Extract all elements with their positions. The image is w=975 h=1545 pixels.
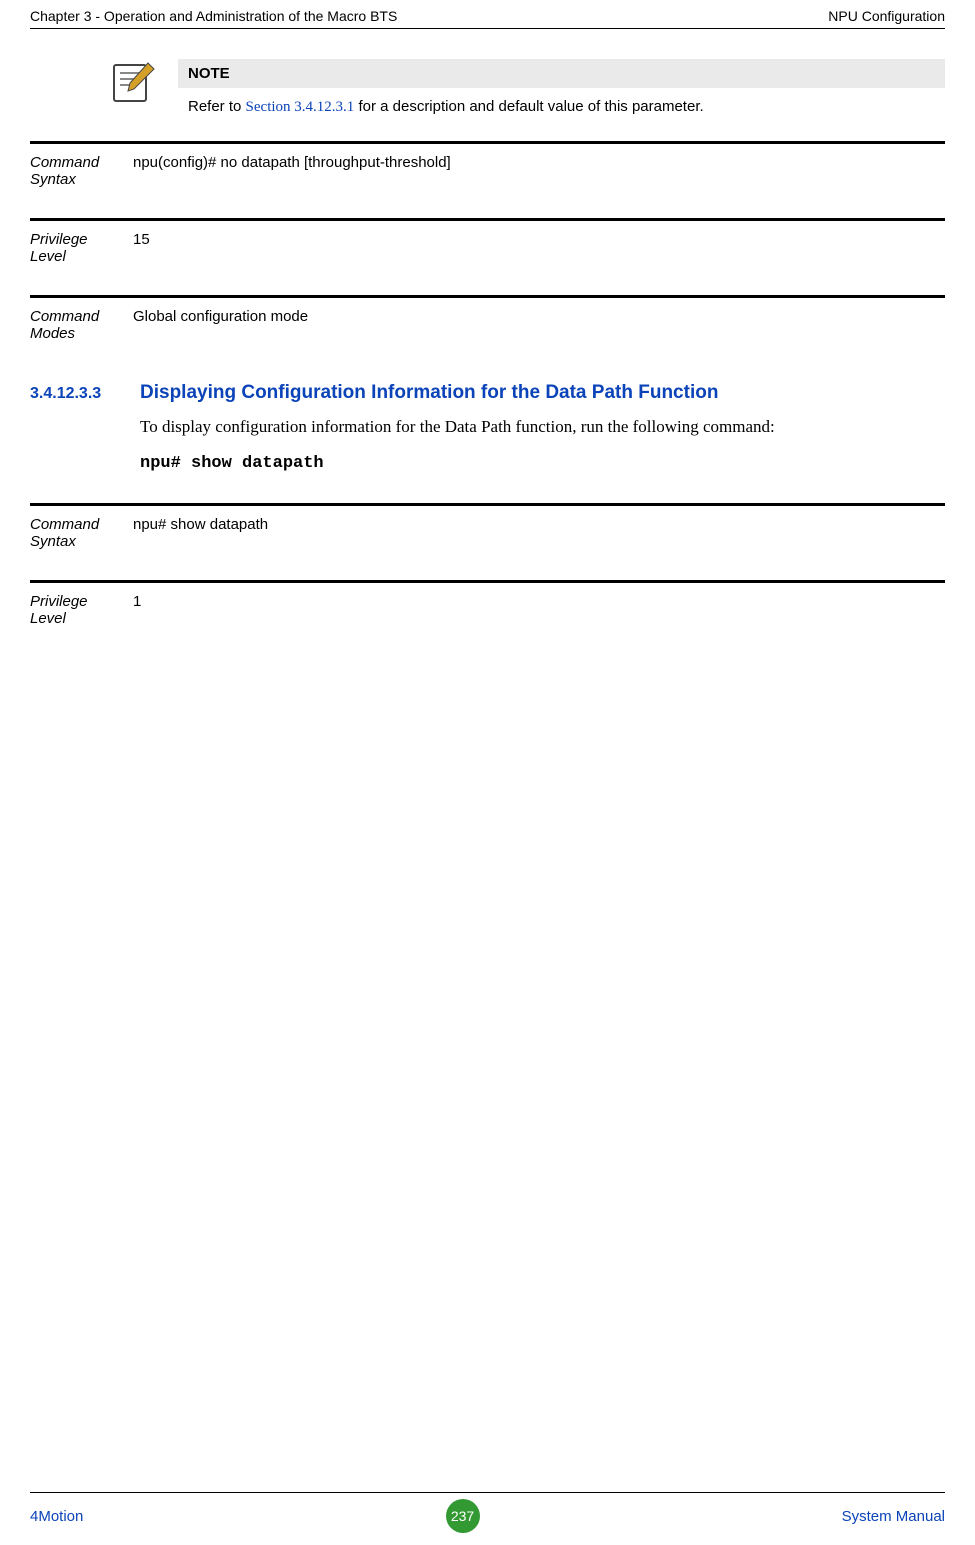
page-footer: 4Motion 237 System Manual — [30, 1492, 945, 1545]
section-number: 3.4.12.3.3 — [30, 385, 140, 403]
privilege-level-row: Privilege Level 15 — [30, 218, 945, 285]
command-syntax-value-2: npu# show datapath — [133, 514, 945, 550]
note-prefix: Refer to — [188, 98, 246, 115]
command-text: npu# show datapath — [140, 454, 945, 473]
section-body: To display configuration information for… — [140, 414, 945, 440]
command-modes-value: Global configuration mode — [133, 306, 945, 342]
command-modes-row: Command Modes Global configuration mode — [30, 295, 945, 362]
command-syntax-value: npu(config)# no datapath [throughput-thr… — [133, 152, 945, 188]
section-title: Displaying Configuration Information for… — [140, 382, 718, 404]
command-syntax-label-2: Command Syntax — [30, 514, 133, 550]
footer-right: System Manual — [842, 1508, 945, 1525]
footer-left: 4Motion — [30, 1508, 83, 1525]
privilege-level-value: 15 — [133, 229, 945, 265]
note-icon — [110, 59, 158, 107]
section-heading: 3.4.12.3.3 Displaying Configuration Info… — [30, 382, 945, 404]
note-title: NOTE — [178, 59, 945, 88]
command-modes-label: Command Modes — [30, 306, 133, 342]
note-text: Refer to Section 3.4.12.3.1 for a descri… — [178, 88, 945, 116]
privilege-level-value-2: 1 — [133, 591, 945, 627]
page-number-badge: 237 — [446, 1499, 480, 1533]
note-block: NOTE Refer to Section 3.4.12.3.1 for a d… — [110, 59, 945, 116]
command-syntax-row-2: Command Syntax npu# show datapath — [30, 503, 945, 570]
command-syntax-label: Command Syntax — [30, 152, 133, 188]
command-syntax-row: Command Syntax npu(config)# no datapath … — [30, 141, 945, 208]
privilege-level-label-2: Privilege Level — [30, 591, 133, 627]
note-suffix: for a description and default value of t… — [354, 98, 703, 115]
privilege-level-label: Privilege Level — [30, 229, 133, 265]
privilege-level-row-2: Privilege Level 1 — [30, 580, 945, 647]
note-link[interactable]: Section 3.4.12.3.1 — [246, 99, 355, 115]
page-header: Chapter 3 - Operation and Administration… — [30, 0, 945, 29]
header-left: Chapter 3 - Operation and Administration… — [30, 8, 397, 24]
header-right: NPU Configuration — [828, 8, 945, 24]
